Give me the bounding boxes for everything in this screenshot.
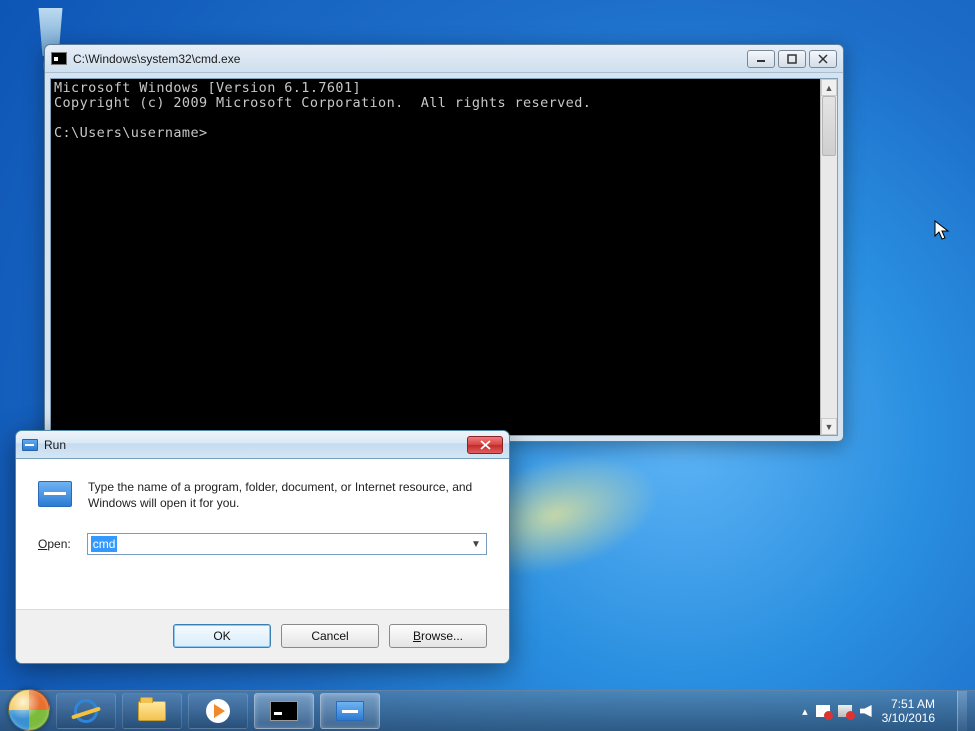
cmd-title: C:\Windows\system32\cmd.exe bbox=[73, 52, 240, 66]
maximize-icon bbox=[787, 54, 797, 64]
scroll-up-button[interactable]: ▲ bbox=[821, 79, 837, 96]
run-titlebar-icon bbox=[22, 439, 38, 451]
maximize-button[interactable] bbox=[778, 50, 806, 68]
taskbar-item-ie[interactable] bbox=[56, 693, 116, 729]
show-desktop-button[interactable] bbox=[957, 691, 967, 731]
cancel-button[interactable]: Cancel bbox=[281, 624, 379, 648]
chevron-down-icon[interactable]: ▼ bbox=[468, 536, 484, 552]
run-title: Run bbox=[44, 438, 66, 452]
run-close-button[interactable] bbox=[467, 436, 503, 454]
tray-action-center-icon[interactable] bbox=[816, 705, 830, 717]
mouse-cursor-icon bbox=[934, 220, 952, 248]
system-tray: ▴ 7:51 AM 3/10/2016 bbox=[802, 691, 967, 731]
open-value: cmd bbox=[91, 536, 118, 552]
run-dialog: Run Type the name of a program, folder, … bbox=[15, 430, 510, 664]
close-icon bbox=[480, 440, 491, 450]
ie-icon bbox=[74, 699, 98, 723]
run-program-icon bbox=[38, 481, 72, 507]
taskbar-item-run[interactable] bbox=[320, 693, 380, 729]
run-description: Type the name of a program, folder, docu… bbox=[88, 479, 487, 511]
cmd-icon bbox=[270, 701, 298, 721]
start-button[interactable] bbox=[8, 689, 50, 731]
tray-network-icon[interactable] bbox=[838, 705, 852, 717]
scroll-down-button[interactable]: ▼ bbox=[821, 418, 837, 435]
taskbar-item-media-player[interactable] bbox=[188, 693, 248, 729]
taskbar: ▴ 7:51 AM 3/10/2016 bbox=[0, 690, 975, 731]
cmd-titlebar[interactable]: C:\Windows\system32\cmd.exe bbox=[45, 45, 843, 73]
tray-show-hidden-icon[interactable]: ▴ bbox=[802, 705, 808, 718]
cmd-console[interactable]: Microsoft Windows [Version 6.1.7601] Cop… bbox=[51, 79, 820, 435]
cmd-titlebar-icon bbox=[51, 52, 67, 65]
minimize-button[interactable] bbox=[747, 50, 775, 68]
tray-time: 7:51 AM bbox=[882, 697, 935, 711]
folder-icon bbox=[138, 701, 166, 721]
tray-clock[interactable]: 7:51 AM 3/10/2016 bbox=[882, 697, 941, 725]
browse-button[interactable]: Browse... bbox=[389, 624, 487, 648]
close-icon bbox=[818, 54, 828, 64]
taskbar-item-cmd[interactable] bbox=[254, 693, 314, 729]
taskbar-item-explorer[interactable] bbox=[122, 693, 182, 729]
minimize-icon bbox=[756, 54, 766, 64]
close-button[interactable] bbox=[809, 50, 837, 68]
media-player-icon bbox=[206, 699, 230, 723]
run-titlebar[interactable]: Run bbox=[16, 431, 509, 459]
cmd-scrollbar[interactable]: ▲ ▼ bbox=[820, 79, 837, 435]
run-icon bbox=[336, 701, 364, 721]
ok-button[interactable]: OK bbox=[173, 624, 271, 648]
scroll-thumb[interactable] bbox=[822, 96, 836, 156]
open-combobox[interactable]: cmd ▼ bbox=[87, 533, 487, 555]
tray-date: 3/10/2016 bbox=[882, 711, 935, 725]
cmd-window: C:\Windows\system32\cmd.exe Microsoft Wi… bbox=[44, 44, 844, 442]
open-label: Open: bbox=[38, 537, 71, 551]
tray-volume-icon[interactable] bbox=[860, 705, 872, 717]
